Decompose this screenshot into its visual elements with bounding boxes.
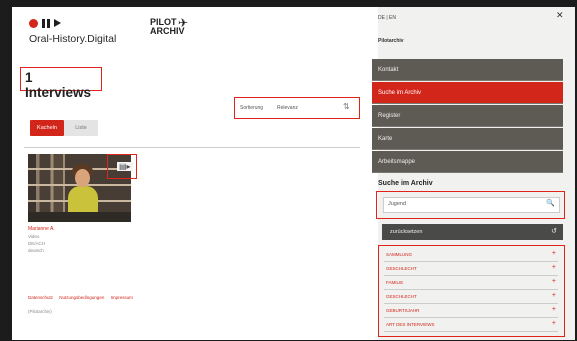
filter-label: GEBURTSJAHR xyxy=(386,308,420,313)
nav-item-karte[interactable]: Karte xyxy=(372,128,563,150)
reset-icon: ↺ xyxy=(551,228,557,235)
filter-row[interactable]: GESCHLECHT + xyxy=(384,264,558,276)
footer-links: Datenschutz Nutzungsbedingungen Impressu… xyxy=(28,295,138,300)
interview-meta: Video xyxy=(28,234,40,239)
language-switcher[interactable]: DE | EN xyxy=(378,15,396,21)
expand-icon: + xyxy=(551,264,556,271)
filter-label: ART DES INTERVIEWS xyxy=(386,322,435,327)
list-view-button[interactable]: Liste xyxy=(64,120,98,136)
pause-icon xyxy=(42,19,50,28)
main-content: Oral-History.Digital PILOT ARCHIV ✈ 1 In… xyxy=(12,7,378,340)
play-icon xyxy=(54,19,61,27)
filter-label: GESCHLECHT xyxy=(386,294,417,299)
plane-icon: ✈ xyxy=(178,16,189,30)
search-input[interactable]: Jugend 🔍 xyxy=(383,197,560,213)
sort-order-icon[interactable]: ⇅ xyxy=(343,102,350,111)
reset-label: zurücksetzen xyxy=(390,229,423,235)
search-box: Jugend 🔍 xyxy=(376,191,565,219)
interview-meta: DE/ACH xyxy=(28,241,46,246)
interview-meta: deutsch xyxy=(28,248,44,253)
nav-item-register[interactable]: Register xyxy=(372,105,563,127)
nav-item-arbeitsmappe[interactable]: Arbeitsmappe xyxy=(372,151,563,173)
filter-row[interactable]: SAMMLUNG + xyxy=(384,250,558,262)
nav-item-kontakt[interactable]: Kontakt xyxy=(372,59,563,81)
add-to-workbook-button[interactable]: ▤▸ xyxy=(107,154,137,179)
nav-item-suche[interactable]: Suche im Archiv xyxy=(372,82,563,104)
filter-row[interactable]: FAMILIE + xyxy=(384,278,558,290)
close-icon[interactable]: ✕ xyxy=(556,10,564,21)
brand-name: Oral-History.Digital xyxy=(29,33,117,45)
sort-control[interactable]: Sortierung Relevanz ⇅ xyxy=(234,97,360,119)
filter-label: FAMILIE xyxy=(386,280,404,285)
divider xyxy=(24,147,360,148)
workbook-icon: ▤▸ xyxy=(117,162,133,171)
interviewee-head xyxy=(75,169,90,187)
search-title: Suche im Archiv xyxy=(378,180,433,187)
filter-row[interactable]: ART DES INTERVIEWS + xyxy=(384,320,558,332)
filter-label: SAMMLUNG xyxy=(386,252,413,257)
sort-label: Sortierung xyxy=(240,105,264,111)
expand-icon: + xyxy=(551,306,556,313)
filter-label: GESCHLECHT xyxy=(386,266,417,271)
search-icon[interactable]: 🔍 xyxy=(546,199,555,207)
filter-row[interactable]: GEBURTSJAHR + xyxy=(384,306,558,318)
footer-link[interactable]: Datenschutz xyxy=(28,295,53,300)
footer-link[interactable]: Nutzungsbedingungen xyxy=(59,295,104,300)
expand-icon: + xyxy=(551,292,556,299)
interview-count: 1 Interviews xyxy=(20,67,102,100)
search-value: Jugend xyxy=(388,201,407,207)
reset-button[interactable]: zurücksetzen ↺ xyxy=(382,224,563,240)
footer-note: (Pilotarchiv) xyxy=(28,309,52,314)
filter-row[interactable]: GESCHLECHT + xyxy=(384,292,558,304)
expand-icon: + xyxy=(551,278,556,285)
footer-link[interactable]: Impressum xyxy=(111,295,133,300)
filter-list: SAMMLUNG + GESCHLECHT + FAMILIE + GESCHLECH… xyxy=(378,245,565,337)
archive-label: Pilotarchiv xyxy=(378,38,404,44)
desk xyxy=(28,212,131,222)
tiles-view-button[interactable]: Kacheln xyxy=(30,120,64,136)
expand-icon: + xyxy=(551,250,556,257)
expand-icon: + xyxy=(551,320,556,327)
sort-select[interactable]: Relevanz xyxy=(277,105,298,111)
record-icon xyxy=(29,19,38,28)
interviewee-name[interactable]: Marianne A. xyxy=(28,226,55,232)
